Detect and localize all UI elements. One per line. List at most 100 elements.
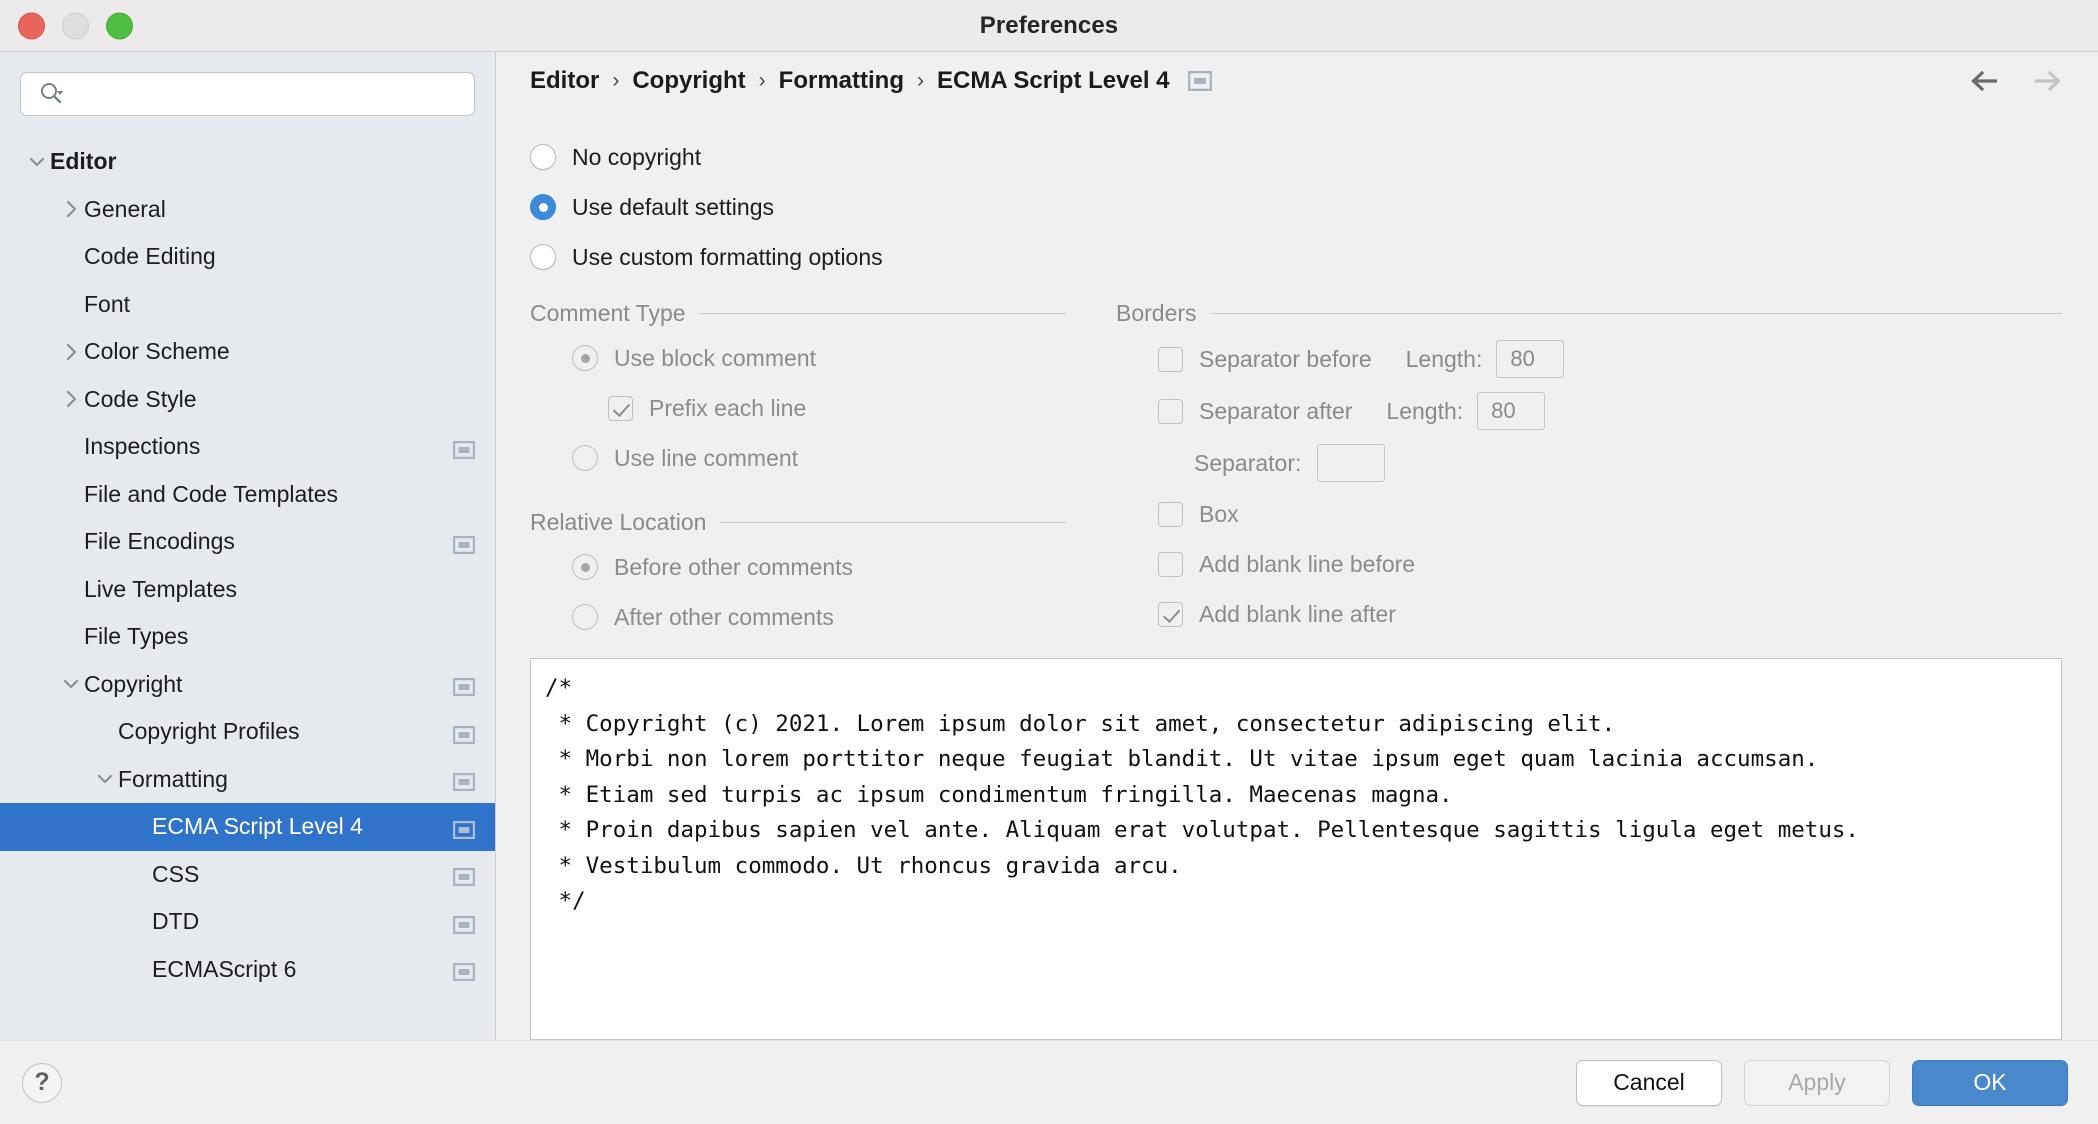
window-title: Preferences xyxy=(979,11,1119,39)
radio-before-other-comments[interactable] xyxy=(572,554,598,580)
sidebar-item-label: File Types xyxy=(84,623,189,650)
sidebar-item-formatting[interactable]: Formatting xyxy=(0,756,495,804)
radio-use-default-settings[interactable] xyxy=(530,194,556,220)
copyright-preview[interactable]: /* * Copyright (c) 2021. Lorem ipsum dol… xyxy=(530,658,2062,1040)
relative-location-header: Relative Location xyxy=(530,509,1066,536)
history-navigation xyxy=(1968,68,2070,94)
option-after-other-comments[interactable]: After other comments xyxy=(530,592,1066,642)
relative-location-title: Relative Location xyxy=(530,509,707,535)
option-add-blank-line-after[interactable]: Add blank line after xyxy=(1116,589,2062,639)
option-use-custom-formatting[interactable]: Use custom formatting options xyxy=(530,232,2062,282)
radio-use-custom-formatting[interactable] xyxy=(530,244,556,270)
search-input[interactable] xyxy=(65,82,462,106)
dialog-footer: ? Cancel Apply OK xyxy=(0,1040,2098,1124)
radio-after-other-comments[interactable] xyxy=(572,604,598,630)
checkbox-add-blank-line-before[interactable] xyxy=(1158,551,1183,577)
twisty-placeholder xyxy=(126,861,152,887)
breadcrumb: Editor › Copyright › Formatting › ECMA Script … xyxy=(530,67,1968,95)
sidebar-item-file-encodings[interactable]: File Encodings xyxy=(0,518,495,566)
sidebar-item-code-editing[interactable]: Code Editing xyxy=(0,233,495,281)
chevron-down-icon[interactable] xyxy=(92,766,118,792)
sidebar-item-inspections[interactable]: Inspections xyxy=(0,423,495,471)
search-box[interactable] xyxy=(20,72,475,116)
checkbox-separator-before[interactable] xyxy=(1158,346,1183,372)
sidebar-item-label: CSS xyxy=(152,860,200,887)
close-button[interactable] xyxy=(18,12,45,39)
zoom-button[interactable] xyxy=(106,12,133,39)
length-after-input[interactable]: 80 xyxy=(1477,392,1546,430)
sidebar-item-label: Color Scheme xyxy=(84,338,230,365)
settings-tree[interactable]: Editor General Code Editing Font Color Schem… xyxy=(0,132,495,1040)
option-no-copyright[interactable]: No copyright xyxy=(530,132,2062,182)
sidebar-item-ecma-script-level-4[interactable]: ECMA Script Level 4 xyxy=(0,803,495,851)
window-body: Editor General Code Editing Font Color Schem… xyxy=(0,52,2098,1040)
sidebar-item-copyright[interactable]: Copyright xyxy=(0,661,495,709)
arrow-right-icon[interactable] xyxy=(2030,68,2064,94)
sidebar-item-general[interactable]: General xyxy=(0,186,495,234)
radio-use-block-comment[interactable] xyxy=(572,345,598,371)
sidebar-item-label: ECMAScript 6 xyxy=(152,955,297,982)
option-box[interactable]: Box xyxy=(1116,489,2062,539)
option-label: Use line comment xyxy=(614,444,799,471)
window-controls xyxy=(18,12,133,39)
option-label: Separator after xyxy=(1199,397,1353,424)
twisty-placeholder xyxy=(58,624,84,650)
sidebar-item-ecmascript-6[interactable]: ECMAScript 6 xyxy=(0,946,495,994)
checkbox-add-blank-line-after[interactable] xyxy=(1158,601,1183,627)
breadcrumb-item-ecma-script-level-4[interactable]: ECMA Script Level 4 xyxy=(937,67,1170,95)
help-button[interactable]: ? xyxy=(22,1062,62,1103)
option-label: Use default settings xyxy=(572,193,775,220)
sidebar-item-color-scheme[interactable]: Color Scheme xyxy=(0,328,495,376)
separator-input[interactable] xyxy=(1317,444,1386,482)
checkbox-separator-after[interactable] xyxy=(1158,398,1183,424)
breadcrumb-item-formatting[interactable]: Formatting xyxy=(779,67,904,95)
option-label: Use custom formatting options xyxy=(572,243,883,270)
twisty-placeholder xyxy=(58,291,84,317)
settings-main-panel: Editor › Copyright › Formatting › ECMA Script … xyxy=(496,52,2098,1040)
project-scope-icon xyxy=(452,675,476,697)
sidebar-item-css[interactable]: CSS xyxy=(0,851,495,899)
chevron-right-icon[interactable] xyxy=(58,339,84,365)
breadcrumb-item-copyright[interactable]: Copyright xyxy=(632,67,745,95)
breadcrumb-item-editor[interactable]: Editor xyxy=(530,67,599,95)
checkbox-prefix-each-line[interactable] xyxy=(608,395,633,421)
sidebar-item-file-types[interactable]: File Types xyxy=(0,613,495,661)
chevron-right-icon[interactable] xyxy=(58,196,84,222)
length-after-label: Length: xyxy=(1386,397,1464,424)
minimize-button[interactable] xyxy=(62,12,89,39)
sidebar-item-dtd[interactable]: DTD xyxy=(0,898,495,946)
length-before-input[interactable]: 80 xyxy=(1496,340,1565,378)
divider xyxy=(1210,313,2062,314)
option-add-blank-line-before[interactable]: Add blank line before xyxy=(1116,539,2062,589)
project-scope-icon xyxy=(452,723,476,744)
sidebar-item-label: General xyxy=(84,195,166,222)
ok-button[interactable]: OK xyxy=(1912,1059,2068,1106)
option-prefix-each-line[interactable]: Prefix each line xyxy=(530,383,1066,433)
option-use-block-comment[interactable]: Use block comment xyxy=(530,333,1066,383)
chevron-down-icon[interactable] xyxy=(58,671,84,697)
sidebar-item-copyright-profiles[interactable]: Copyright Profiles xyxy=(0,708,495,756)
arrow-left-icon[interactable] xyxy=(1968,68,2002,94)
comment-type-header: Comment Type xyxy=(530,300,1066,327)
settings-sidebar: Editor General Code Editing Font Color Schem… xyxy=(0,52,496,1040)
sidebar-item-editor[interactable]: Editor xyxy=(0,138,495,186)
radio-use-line-comment[interactable] xyxy=(572,445,598,471)
apply-button[interactable]: Apply xyxy=(1744,1059,1890,1106)
divider xyxy=(720,522,1066,523)
breadcrumb-separator: › xyxy=(612,68,620,92)
option-label: After other comments xyxy=(614,603,834,630)
sidebar-item-live-templates[interactable]: Live Templates xyxy=(0,566,495,614)
option-before-other-comments[interactable]: Before other comments xyxy=(530,542,1066,592)
option-use-line-comment[interactable]: Use line comment xyxy=(530,433,1066,483)
chevron-down-icon[interactable] xyxy=(24,149,50,175)
comment-type-title: Comment Type xyxy=(530,300,686,326)
sidebar-item-code-style[interactable]: Code Style xyxy=(0,376,495,424)
option-use-default-settings[interactable]: Use default settings xyxy=(530,182,2062,232)
sidebar-item-font[interactable]: Font xyxy=(0,281,495,329)
cancel-button[interactable]: Cancel xyxy=(1576,1059,1722,1106)
sidebar-item-label: Editor xyxy=(50,148,117,175)
chevron-right-icon[interactable] xyxy=(58,386,84,412)
sidebar-item-file-and-code-templates[interactable]: File and Code Templates xyxy=(0,471,495,519)
checkbox-box[interactable] xyxy=(1158,501,1183,527)
radio-no-copyright[interactable] xyxy=(530,144,556,170)
